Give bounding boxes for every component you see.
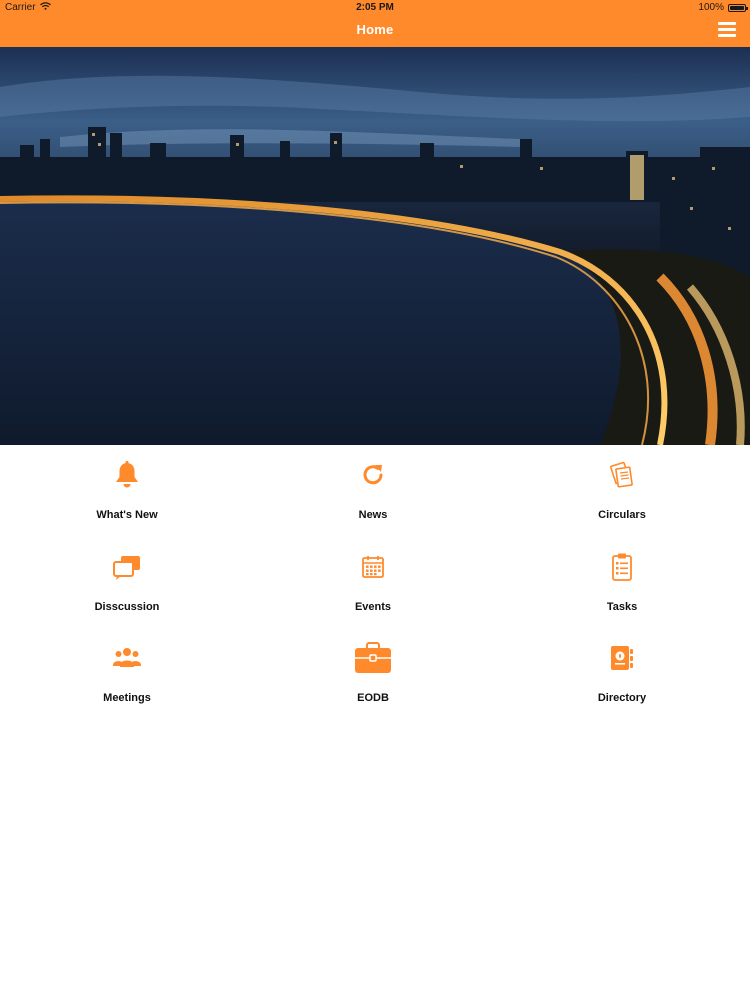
menu-item-label: News [358,509,388,521]
menu-bar-middle [718,28,736,31]
battery-fill [730,5,744,10]
hero-banner-image [0,47,750,445]
battery-icon [728,3,748,12]
battery-percent: 100% [698,2,724,13]
chat-bubbles-icon [2,551,252,583]
menu-item-disscussion[interactable]: Disscussion [2,537,252,627]
bell-icon [2,459,252,491]
menu-bar-top [718,22,736,25]
menu-bar-bottom [718,34,736,37]
status-time: 2:05 PM [356,2,394,13]
city-skyline-image [0,47,750,445]
menu-item-label: Disscussion [94,601,160,613]
menu-item-label: Meetings [103,692,151,704]
address-book-icon [497,642,747,674]
menu-item-label: What's New [96,509,158,521]
menu-item-circulars[interactable]: Circulars [497,445,747,535]
status-bar: Carrier 2:05 PM 100% [0,0,750,16]
menu-item-meetings[interactable]: Meetings [2,628,252,718]
documents-icon [497,459,747,491]
briefcase-icon [248,642,498,674]
menu-item-label: EODB [357,692,389,704]
menu-item-label: Circulars [598,509,646,521]
header: Carrier 2:05 PM 100% Home [0,0,750,47]
menu-item-label: Directory [597,692,647,704]
menu-item-whats-new[interactable]: What's New [2,445,252,535]
page-title: Home [356,22,394,37]
menu-item-directory[interactable]: Directory [497,628,747,718]
menu-item-label: Events [354,601,392,613]
menu-item-label: Tasks [606,601,638,613]
status-right: 100% [698,2,748,13]
hamburger-menu-icon[interactable] [718,22,736,37]
menu-item-eodb[interactable]: EODB [248,628,498,718]
group-icon [2,642,252,674]
clipboard-icon [497,551,747,583]
refresh-icon [248,459,498,491]
menu-item-tasks[interactable]: Tasks [497,537,747,627]
calendar-icon [248,551,498,583]
menu-item-news[interactable]: News [248,445,498,535]
battery-nub [746,6,748,10]
menu-item-events[interactable]: Events [248,537,498,627]
